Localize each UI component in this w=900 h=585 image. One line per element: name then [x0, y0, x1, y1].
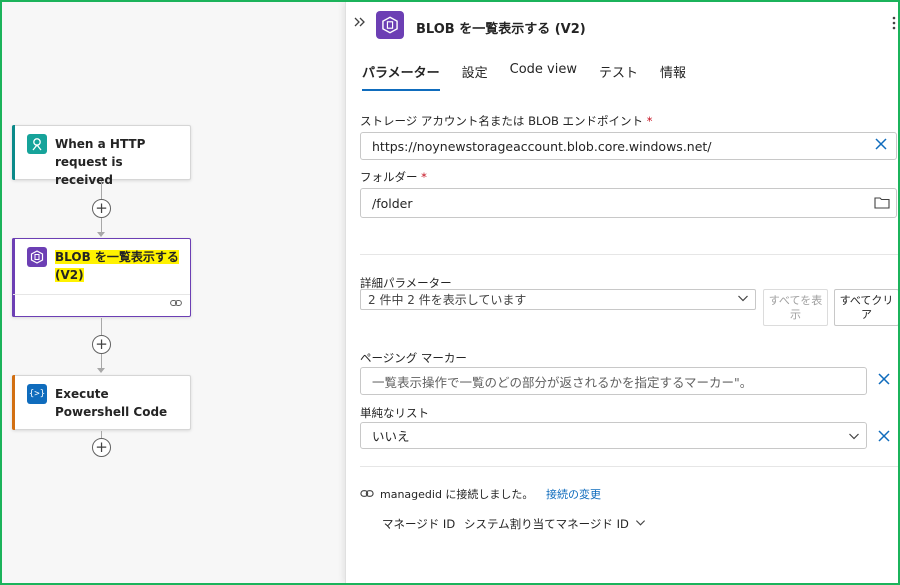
workflow-canvas[interactable]: When a HTTP request is received + BLOB を…: [2, 2, 345, 583]
managed-id-value: システム割り当てマネージド ID: [464, 517, 629, 531]
action-title-highlighted: BLOB を一覧表示する (V2): [55, 248, 184, 284]
flat-list-select[interactable]: いいえ: [360, 422, 867, 449]
tab-info[interactable]: 情報: [660, 62, 686, 91]
chevron-down-icon: [635, 517, 646, 531]
panel-tabs: パラメーター 設定 Code view テスト 情報: [362, 62, 686, 91]
clear-all-button[interactable]: すべてクリア: [834, 289, 899, 326]
managed-id-label: マネージド ID: [382, 517, 456, 531]
card-divider: [13, 294, 190, 295]
card-accent-bar: [12, 125, 15, 180]
tab-code-view[interactable]: Code view: [510, 62, 577, 91]
add-step-plus-icon[interactable]: +: [92, 438, 111, 457]
storage-account-label: ストレージ アカウント名または BLOB エンドポイント *: [360, 113, 652, 129]
http-request-icon: [27, 134, 47, 154]
action-card-list-blobs[interactable]: BLOB を一覧表示する (V2): [12, 238, 191, 317]
section-divider: [360, 254, 898, 255]
tab-parameters[interactable]: パラメーター: [362, 62, 440, 91]
storage-account-input[interactable]: https://noynewstorageaccount.blob.core.w…: [360, 132, 897, 160]
trigger-card-http-request[interactable]: When a HTTP request is received: [12, 125, 191, 187]
connector-line: [101, 318, 102, 335]
panel-title: BLOB を一覧表示する (V2): [416, 22, 586, 37]
connector-line: [101, 354, 102, 369]
chevron-down-icon: [848, 430, 860, 445]
action-details-panel: BLOB を一覧表示する (V2) パラメーター 設定 Code view テス…: [345, 2, 899, 583]
add-step-plus-icon[interactable]: +: [92, 199, 111, 218]
connector-arrow-icon: [97, 368, 105, 373]
folder-label-text: フォルダー: [360, 170, 418, 184]
action-card-execute-powershell[interactable]: {>} Execute Powershell Code: [12, 375, 191, 430]
trigger-title: When a HTTP request is received: [55, 137, 146, 187]
tab-test[interactable]: テスト: [599, 62, 638, 91]
folder-input[interactable]: /folder: [360, 188, 897, 218]
blob-storage-icon: [27, 247, 47, 267]
chevron-down-icon: [737, 292, 749, 307]
paging-marker-label: ページング マーカー: [360, 351, 467, 365]
flat-list-label: 単純なリスト: [360, 406, 429, 420]
remove-flat-list-icon[interactable]: [877, 429, 891, 447]
section-divider: [360, 466, 898, 467]
connection-link-icon: [170, 297, 182, 310]
paging-marker-input[interactable]: 一覧表示操作で一覧のどの部分が返されるかを指定するマーカー"。: [360, 367, 867, 395]
folder-label: フォルダー *: [360, 169, 427, 185]
powershell-code-icon: {>}: [27, 384, 47, 404]
highlighted-title-text: BLOB を一覧表示する (V2): [55, 250, 179, 282]
flat-list-value: いいえ: [372, 429, 410, 444]
blob-storage-icon: [376, 11, 404, 39]
card-accent-bar: [12, 238, 15, 317]
connector-line: [101, 181, 102, 200]
collapse-panel-icon[interactable]: [354, 15, 366, 31]
required-marker: *: [421, 170, 427, 184]
more-options-icon[interactable]: [892, 16, 896, 34]
action-title: Execute Powershell Code: [55, 387, 168, 419]
change-connection-link[interactable]: 接続の変更: [546, 486, 601, 502]
advanced-params-value: 2 件中 2 件を表示しています: [368, 293, 527, 307]
paging-marker-placeholder: 一覧表示操作で一覧のどの部分が返されるかを指定するマーカー"。: [372, 374, 753, 390]
card-accent-bar: [12, 375, 15, 430]
connector-line: [101, 218, 102, 233]
clear-storage-icon[interactable]: [874, 137, 888, 155]
folder-value: /folder: [372, 195, 413, 211]
required-marker: *: [646, 114, 653, 128]
add-step-plus-icon[interactable]: +: [92, 335, 111, 354]
connection-status-text: managedid に接続しました。: [380, 488, 534, 501]
remove-paging-icon[interactable]: [877, 372, 891, 390]
connection-link-icon: [360, 488, 374, 501]
browse-folder-icon[interactable]: [874, 195, 890, 213]
show-all-button[interactable]: すべてを表示: [763, 289, 828, 326]
tab-settings[interactable]: 設定: [462, 62, 488, 91]
connector-arrow-icon: [97, 232, 105, 237]
connection-status: managedid に接続しました。: [360, 486, 533, 502]
storage-account-value: https://noynewstorageaccount.blob.core.w…: [372, 138, 712, 154]
advanced-params-dropdown[interactable]: 2 件中 2 件を表示しています: [360, 289, 756, 310]
managed-id-dropdown[interactable]: システム割り当てマネージド ID: [464, 516, 646, 532]
storage-account-label-text: ストレージ アカウント名または BLOB エンドポイント: [360, 114, 644, 128]
